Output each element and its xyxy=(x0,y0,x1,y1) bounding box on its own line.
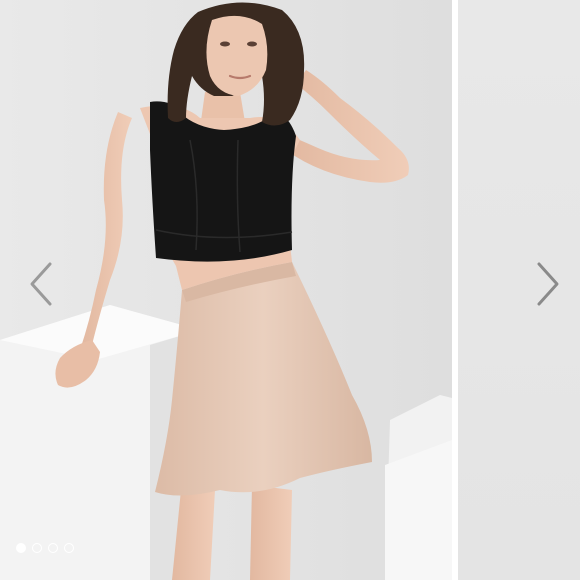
carousel-pagination xyxy=(16,543,74,553)
pagination-dot[interactable] xyxy=(16,543,26,553)
image-carousel[interactable] xyxy=(0,0,580,580)
pagination-dot[interactable] xyxy=(32,543,42,553)
chevron-left-icon xyxy=(30,262,52,306)
chevron-right-icon xyxy=(537,262,559,306)
product-photo-slide xyxy=(0,0,452,580)
pagination-dot[interactable] xyxy=(48,543,58,553)
product-photo xyxy=(0,0,452,580)
previous-slide-button[interactable] xyxy=(22,254,62,314)
pagination-dot[interactable] xyxy=(64,543,74,553)
next-slide-button[interactable] xyxy=(527,254,567,314)
